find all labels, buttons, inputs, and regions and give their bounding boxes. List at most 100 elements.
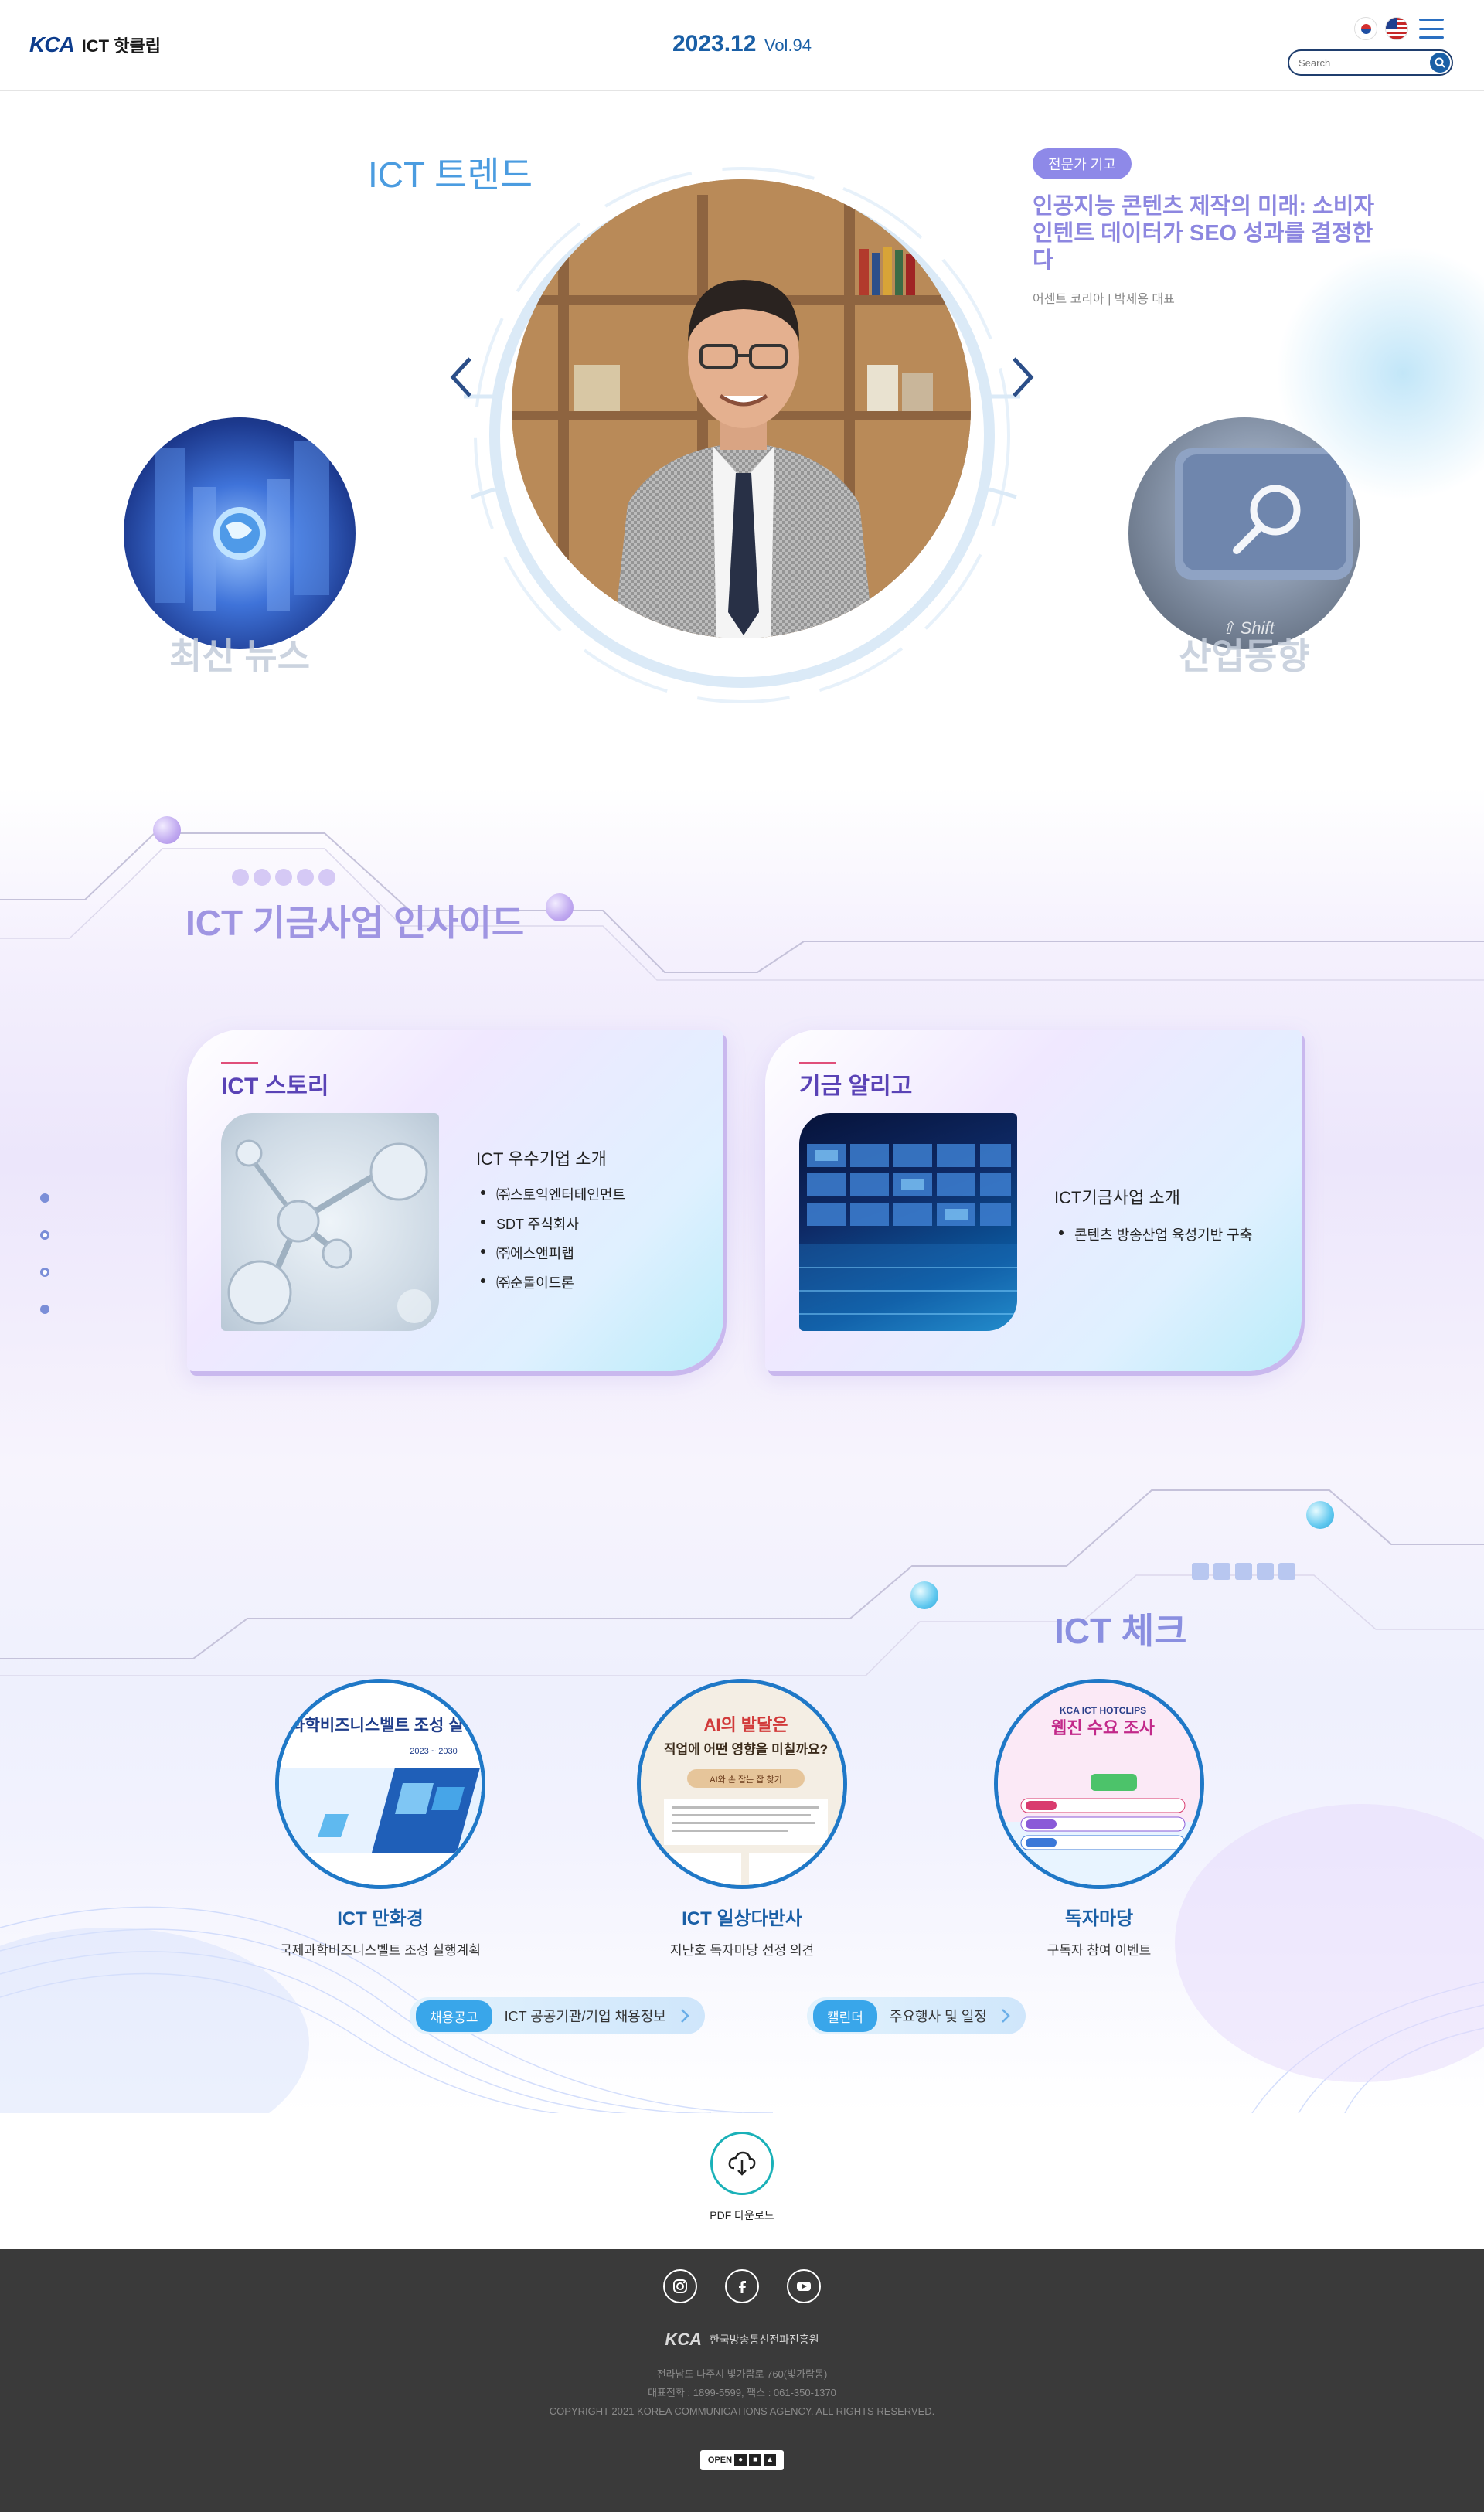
- list-item[interactable]: ㈜스토익엔터테인먼트: [476, 1184, 625, 1204]
- instagram-link[interactable]: [663, 2269, 697, 2303]
- globe-city-image: [155, 441, 329, 611]
- latest-news-thumbnail[interactable]: [124, 417, 356, 649]
- expert-photo[interactable]: [512, 179, 971, 638]
- expert-article-author: 어센트 코리아 | 박세용 대표: [1033, 293, 1175, 306]
- issue-volume: Vol.94: [764, 36, 812, 55]
- tile-subtitle: 구독자 참여 이벤트: [1047, 1943, 1152, 1958]
- job-posting-badge: 채용공고: [416, 2000, 492, 2032]
- search-icon: [1435, 57, 1445, 68]
- calendar-badge: 캘린더: [813, 2000, 877, 2032]
- ict-kaleidoscope-tile[interactable]: 국제과학비즈니스벨트 조성 실행계획 2023 ~ 2030 ICT 만화경 국…: [272, 1679, 488, 1959]
- pagination-dot[interactable]: [40, 1230, 49, 1240]
- decorative-bead: [910, 1581, 938, 1609]
- tile-title: 독자마당: [1064, 1908, 1134, 1929]
- thumb-tag: AI와 손 잡는 잡 찾기: [710, 1775, 781, 1785]
- pagination-dot[interactable]: [40, 1268, 49, 1277]
- footer-info: 전라남도 나주시 빛가람로 760(빛가람동) 대표전화 : 1899-5599…: [0, 2365, 1484, 2421]
- youtube-link[interactable]: [787, 2269, 821, 2303]
- footer-logo-mark: KCA: [665, 2330, 702, 2349]
- ict-story-card[interactable]: ICT 스토리 ICT 우수기업 소개 ㈜스토익엔터테인먼트 SDT 주식회사 …: [187, 1030, 723, 1371]
- section-title-ict-check: ICT 체크: [1054, 1611, 1187, 1651]
- company-list: ㈜스토익엔터테인먼트 SDT 주식회사 ㈜에스앤피랩 ㈜순돌이드론: [476, 1184, 625, 1302]
- kaleidoscope-thumbnail: 국제과학비즈니스벨트 조성 실행계획 2023 ~ 2030: [275, 1679, 485, 1889]
- industry-trend-label[interactable]: 산업동향: [1128, 628, 1360, 679]
- survey-poster: KCA ICT HOTCLIPS 웹진 수요 조사: [998, 1683, 1200, 1885]
- hamburger-menu-icon[interactable]: [1419, 19, 1444, 39]
- ict-trend-section: ICT 트렌드 ⇧ Shift 최신 뉴스 산업동향 전문가 기고 인공지능 콘…: [0, 91, 1484, 787]
- decorative-circuit-lines: [0, 1489, 1484, 1676]
- decorative-bead: [546, 893, 574, 921]
- expert-contribution-badge: 전문가 기고: [1033, 148, 1132, 179]
- card-subtitle: ICT 우수기업 소개: [476, 1149, 607, 1169]
- footer-copyright: COPYRIGHT 2021 KOREA COMMUNICATIONS AGEN…: [549, 2405, 935, 2417]
- footer-org-name: 한국방송통신전파진흥원: [709, 2333, 819, 2346]
- youtube-icon: [797, 2282, 811, 2291]
- expert-article-title[interactable]: 인공지능 콘텐츠 제작의 미래: 소비자 인텐트 데이터가 SEO 성과를 결정…: [1033, 193, 1388, 274]
- list-item[interactable]: ㈜에스앤피랩: [476, 1243, 625, 1263]
- list-item[interactable]: SDT 주식회사: [476, 1213, 625, 1234]
- job-posting-link[interactable]: 채용공고 ICT 공공기관/기업 채용정보: [410, 1997, 705, 2034]
- molecule-image: [221, 1113, 439, 1331]
- thumb-years: 2023 ~ 2030: [410, 1747, 457, 1756]
- ict-daily-life-tile[interactable]: AI의 발달은 직업에 어떤 영향을 미칠까요? AI와 손 잡는 잡 찾기 I…: [634, 1679, 850, 1959]
- pdf-download-section: PDF 다운로드: [0, 2113, 1484, 2249]
- pdf-download-button[interactable]: [710, 2132, 774, 2195]
- ict-check-section: ICT 체크 국제과학비즈니스벨트 조성 실행계획 2023 ~ 2030: [0, 1467, 1484, 2113]
- search-box: [1288, 49, 1453, 76]
- section-pagination-dots: [40, 1193, 49, 1314]
- tile-subtitle: 지난호 독자마당 선정 의견: [669, 1943, 815, 1958]
- open-label: OPEN: [707, 2456, 733, 2465]
- instagram-icon: [673, 2279, 687, 2293]
- industry-trend-thumbnail[interactable]: ⇧ Shift: [1128, 417, 1360, 649]
- daily-life-thumbnail: AI의 발달은 직업에 어떤 영향을 미칠까요? AI와 손 잡는 잡 찾기: [637, 1679, 847, 1889]
- tile-subtitle: 국제과학비즈니스벨트 조성 실행계획: [280, 1943, 481, 1958]
- search-input[interactable]: [1298, 56, 1414, 69]
- media-wall-image: [799, 1113, 1017, 1331]
- search-button[interactable]: [1430, 53, 1450, 73]
- decorative-square-row: [1192, 1563, 1295, 1580]
- license-mark-icon: ▲: [764, 2454, 777, 2466]
- list-item[interactable]: 콘텐츠 방송산업 육성기반 구축: [1054, 1224, 1252, 1244]
- section-title-fund-insight: ICT 기금사업 인사이드: [186, 903, 525, 943]
- decorative-bead: [1306, 1501, 1334, 1529]
- footer-address: 전라남도 나주시 빛가람로 760(빛가람동): [656, 2368, 828, 2380]
- carousel-prev-arrow-icon[interactable]: [447, 354, 478, 400]
- calendar-link[interactable]: 캘린더 주요행사 및 일정: [807, 1997, 1026, 2034]
- license-mark-icon: ●: [734, 2454, 747, 2466]
- pagination-dot[interactable]: [40, 1193, 49, 1203]
- latest-news-label[interactable]: 최신 뉴스: [124, 628, 356, 679]
- footer-contact: 대표전화 : 1899-5599, 팩스 : 061-350-1370: [648, 2387, 836, 2398]
- list-item[interactable]: ㈜순돌이드론: [476, 1272, 625, 1292]
- card-subtitle: ICT기금사업 소개: [1054, 1188, 1180, 1207]
- science-belt-poster: 국제과학비즈니스벨트 조성 실행계획 2023 ~ 2030: [279, 1683, 485, 1885]
- media-screens-illustration: [799, 1144, 1017, 1331]
- reader-corner-tile[interactable]: KCA ICT HOTCLIPS 웹진 수요 조사 독자마당 구독자 참여 이벤…: [991, 1679, 1207, 1959]
- license-mark-icon: ■: [749, 2454, 762, 2466]
- facebook-icon: [739, 2281, 746, 2293]
- thumb-brand: KCA ICT HOTCLIPS: [1060, 1705, 1146, 1716]
- pagination-dot[interactable]: [40, 1305, 49, 1314]
- issue-date: 2023.12: [672, 31, 757, 56]
- social-links: [0, 2269, 1484, 2303]
- facebook-link[interactable]: [725, 2269, 759, 2303]
- carousel-next-arrow-icon[interactable]: [1006, 354, 1037, 400]
- site-header: KCA ICT 핫클립 2023.12 Vol.94: [0, 0, 1484, 91]
- fund-program-list: 콘텐츠 방송산업 육성기반 구축: [1054, 1224, 1252, 1254]
- reader-corner-thumbnail: KCA ICT HOTCLIPS 웹진 수요 조사: [994, 1679, 1204, 1889]
- site-footer: KCA 한국방송통신전파진흥원 전라남도 나주시 빛가람로 760(빛가람동) …: [0, 2249, 1484, 2512]
- thumb-heading-a: AI의 발달은: [703, 1715, 788, 1734]
- person-illustration: [613, 280, 874, 638]
- thumb-heading-b: 직업에 어떤 영향을 미칠까요?: [664, 1741, 828, 1757]
- thumb-heading-line: 국제과학비즈니스벨트 조성 실행계획: [279, 1717, 485, 1734]
- us-flag-icon[interactable]: [1385, 17, 1408, 40]
- chevron-right-icon: [680, 2009, 689, 2023]
- issue-info: 2023.12 Vol.94: [0, 31, 1484, 57]
- fund-notice-card[interactable]: 기금 알리고 ICT기금사업 소개 콘텐츠 방송산업 육성기반 구축: [765, 1030, 1302, 1371]
- korean-flag-icon[interactable]: [1354, 17, 1377, 40]
- chevron-right-icon: [1001, 2009, 1010, 2023]
- cloud-download-icon: [728, 2151, 756, 2176]
- open-license-badge[interactable]: OPEN ● ■ ▲: [700, 2450, 784, 2470]
- calendar-label: 주요행사 및 일정: [889, 2009, 987, 2024]
- footer-logo: KCA 한국방송통신전파진흥원: [0, 2330, 1484, 2350]
- job-posting-label: ICT 공공기관/기업 채용정보: [504, 2009, 666, 2024]
